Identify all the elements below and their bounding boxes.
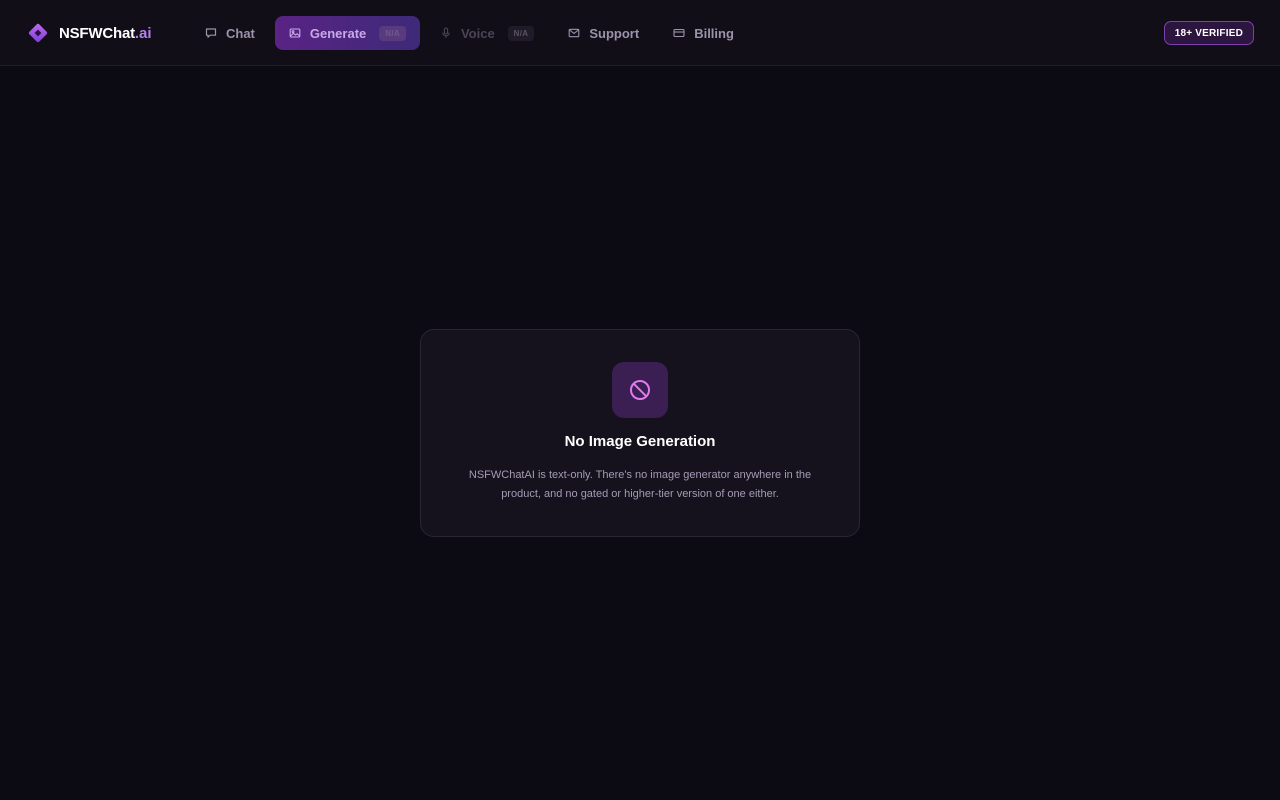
notice-icon-tile [612,362,668,418]
diamond-logo-icon [28,23,48,43]
image-icon [289,28,301,38]
credit-card-icon [673,28,685,38]
top-navigation-bar: NSFWChat.ai Chat Generate N/A Voice N/A [0,0,1280,66]
nav-voice-badge: N/A [507,25,535,41]
nav-voice: Voice N/A [426,16,548,50]
brand-tld: .ai [134,24,152,42]
microphone-icon [442,27,450,38]
notice-body: NSFWChatAI is text-only. There's no imag… [468,469,812,500]
nav-billing[interactable]: Billing [659,16,748,50]
nav-voice-label: Voice [460,25,495,41]
notice-title: No Image Generation [564,433,716,450]
prohibited-icon [630,380,650,400]
nav-generate[interactable]: Generate N/A [274,16,420,50]
no-image-generation-notice: No Image Generation NSFWChatAI is text-o… [420,329,860,537]
mail-icon [569,28,580,38]
nav-support[interactable]: Support [554,16,653,50]
main-nav: Chat Generate N/A Voice N/A Support Bill… [191,16,754,50]
brand-logo-link[interactable]: NSFWChat .ai [27,22,152,44]
nav-chat-label: Chat [226,25,255,41]
nav-billing-label: Billing [694,25,734,41]
chat-bubble-icon [205,28,217,38]
nav-generate-label: Generate [309,25,367,41]
nav-generate-badge: N/A [379,25,406,41]
nav-chat[interactable]: Chat [191,16,269,50]
age-verified-badge: 18+ VERIFIED [1163,21,1254,45]
brand-name: NSFWChat [59,24,135,42]
nav-support-label: Support [589,25,640,41]
